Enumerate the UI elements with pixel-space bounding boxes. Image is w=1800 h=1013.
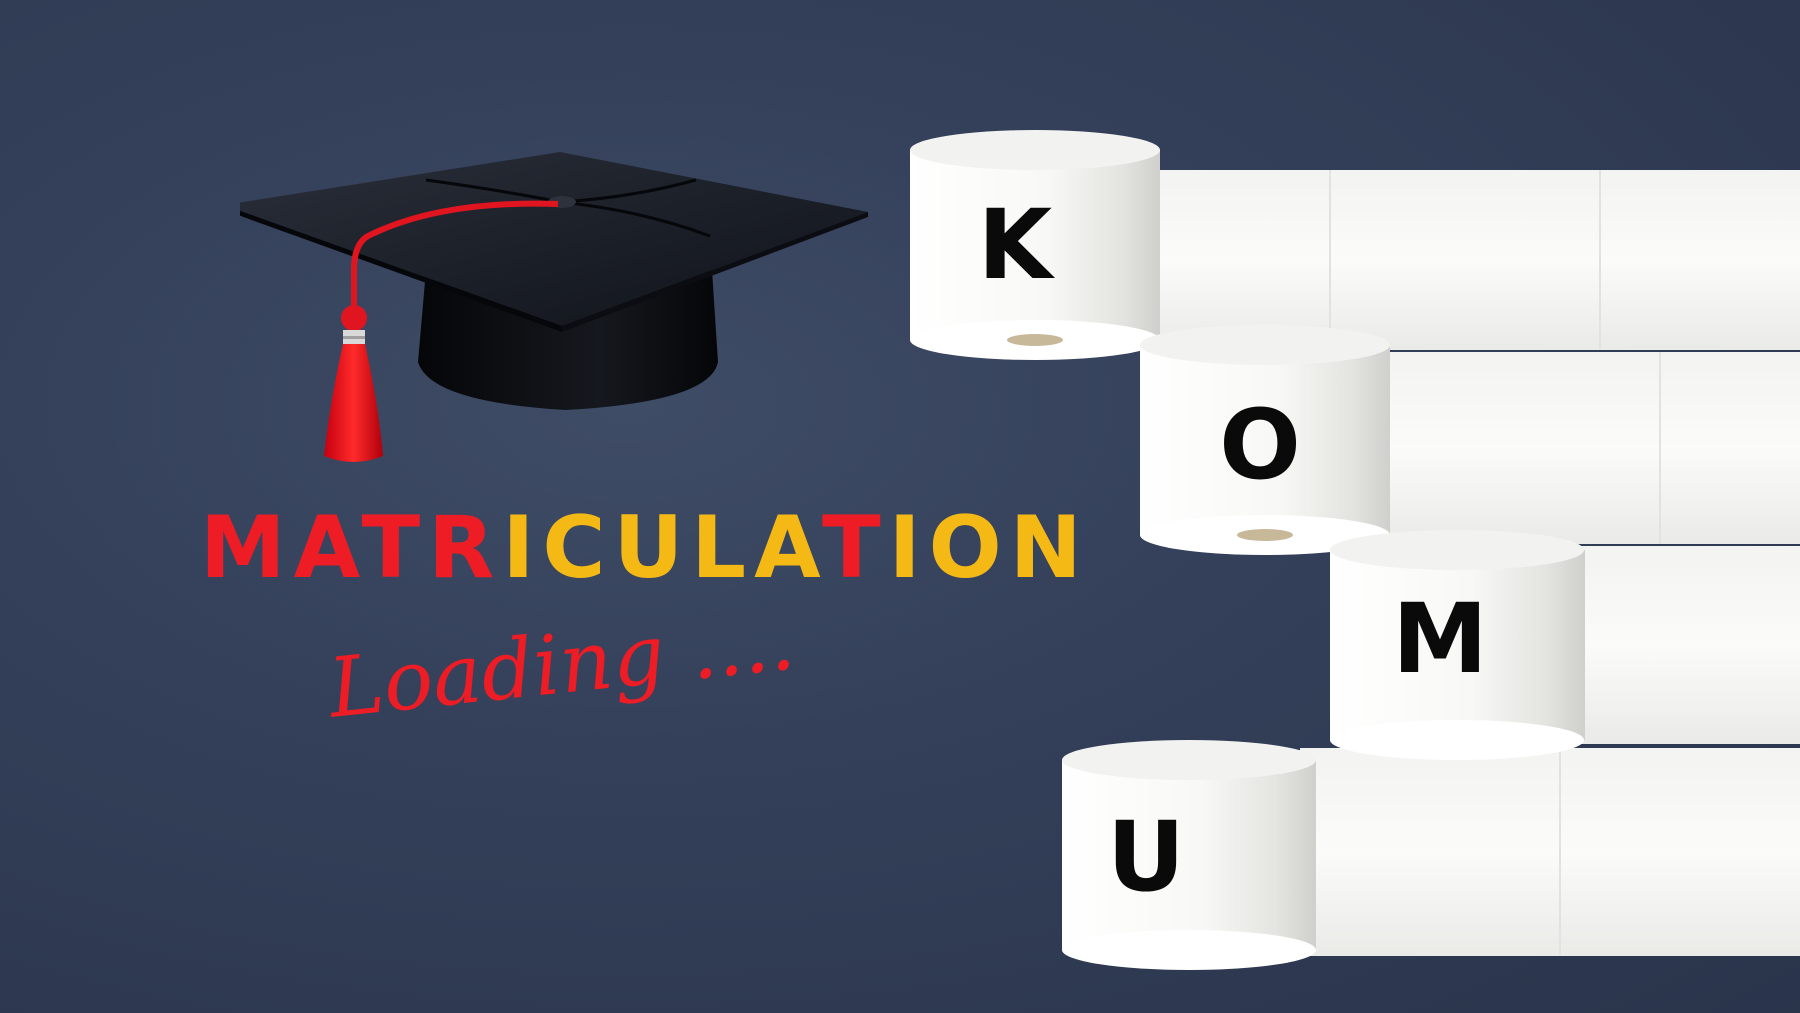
toilet-paper-roll-icon: K — [910, 130, 1160, 360]
roll-letter-o: O — [1219, 389, 1301, 501]
toilet-paper-roll-icon: U — [1062, 740, 1316, 970]
toilet-paper-rolls: K O M U — [910, 130, 1800, 970]
banner: MATRICULATION Loading .... K O M U — [0, 0, 1800, 1013]
graduation-cap-icon — [240, 152, 868, 462]
title-part-1: MATR — [200, 498, 503, 598]
toilet-paper-roll-icon: M — [1330, 530, 1585, 760]
toilet-paper-roll-icon: O — [1140, 325, 1390, 555]
roll-letter-u: U — [1107, 801, 1185, 913]
title-part-3: T — [822, 498, 889, 598]
roll-letter-m: M — [1392, 583, 1488, 695]
loading-text: Loading .... — [324, 593, 799, 737]
roll-letter-k: K — [978, 189, 1056, 301]
